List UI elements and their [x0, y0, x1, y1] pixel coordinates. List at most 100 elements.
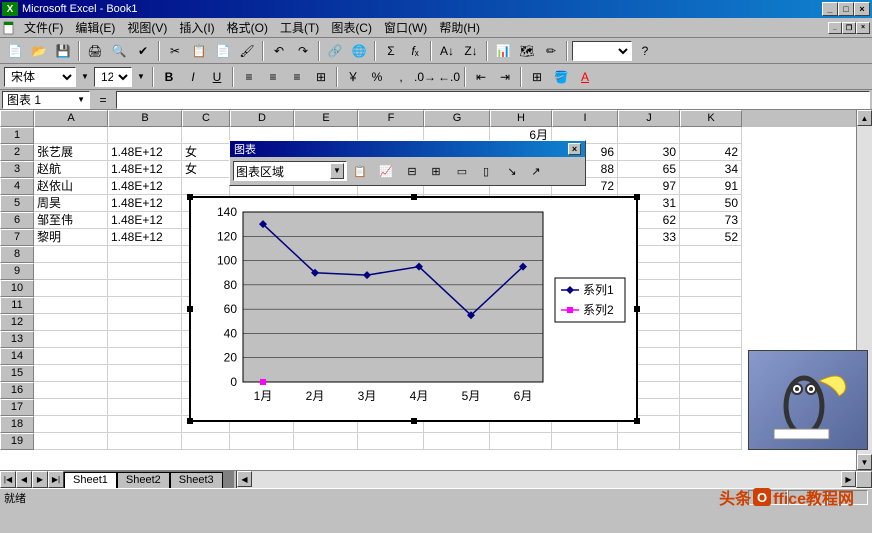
cell-A4[interactable]: 赵依山: [34, 178, 108, 195]
autosum-button[interactable]: Σ: [380, 40, 402, 61]
fill-color-button[interactable]: 🪣: [550, 66, 572, 87]
cell-G19[interactable]: [424, 433, 490, 450]
cell-B15[interactable]: [108, 365, 182, 382]
cell-K11[interactable]: [680, 297, 742, 314]
cell-K9[interactable]: [680, 263, 742, 280]
cell-K18[interactable]: [680, 416, 742, 433]
cell-K15[interactable]: [680, 365, 742, 382]
menu-窗口[interactable]: 窗口(W): [378, 19, 433, 37]
cut-button[interactable]: ✂: [164, 40, 186, 61]
select-all-corner[interactable]: [0, 110, 34, 127]
cell-B16[interactable]: [108, 382, 182, 399]
row-header-14[interactable]: 14: [0, 348, 34, 365]
mdi-minimize-button[interactable]: _: [828, 22, 842, 34]
cell-J1[interactable]: [618, 127, 680, 144]
cell-B5[interactable]: 1.48E+12: [108, 195, 182, 212]
menu-编辑[interactable]: 编辑(E): [69, 19, 121, 37]
col-header-H[interactable]: H: [490, 110, 552, 127]
col-header-G[interactable]: G: [424, 110, 490, 127]
font-size-combo[interactable]: 12: [94, 67, 132, 87]
col-header-E[interactable]: E: [294, 110, 358, 127]
cell-A2[interactable]: 张艺展: [34, 144, 108, 161]
mdi-close-button[interactable]: ×: [856, 22, 870, 34]
row-header-19[interactable]: 19: [0, 433, 34, 450]
cell-B9[interactable]: [108, 263, 182, 280]
legend-button[interactable]: ⊟: [401, 161, 423, 182]
row-header-8[interactable]: 8: [0, 246, 34, 263]
col-header-B[interactable]: B: [108, 110, 182, 127]
row-header-4[interactable]: 4: [0, 178, 34, 195]
cell-C4[interactable]: [182, 178, 230, 195]
cell-C3[interactable]: 女: [182, 161, 230, 178]
scroll-left-button[interactable]: ◀: [237, 471, 252, 487]
cell-A13[interactable]: [34, 331, 108, 348]
cell-B11[interactable]: [108, 297, 182, 314]
cell-A18[interactable]: [34, 416, 108, 433]
cell-K6[interactable]: 73: [680, 212, 742, 229]
paste-button[interactable]: 📄: [212, 40, 234, 61]
cell-K8[interactable]: [680, 246, 742, 263]
copy-button[interactable]: 📋: [188, 40, 210, 61]
cell-B17[interactable]: [108, 399, 182, 416]
help-button[interactable]: ?: [634, 40, 656, 61]
cell-K1[interactable]: [680, 127, 742, 144]
menu-工具[interactable]: 工具(T): [274, 19, 325, 37]
currency-button[interactable]: ￥: [342, 66, 364, 87]
row-header-11[interactable]: 11: [0, 297, 34, 314]
menu-插入[interactable]: 插入(I): [173, 19, 220, 37]
cell-A7[interactable]: 黎明: [34, 229, 108, 246]
chart-toolbar-close-button[interactable]: ×: [568, 143, 581, 155]
chart-type-button[interactable]: 📈: [375, 161, 397, 182]
maximize-button[interactable]: □: [838, 2, 854, 16]
menu-帮助[interactable]: 帮助(H): [433, 19, 486, 37]
cell-B7[interactable]: 1.48E+12: [108, 229, 182, 246]
row-header-2[interactable]: 2: [0, 144, 34, 161]
cell-K16[interactable]: [680, 382, 742, 399]
row-header-16[interactable]: 16: [0, 382, 34, 399]
chart-object-combo[interactable]: 图表区域 ▼: [233, 161, 347, 181]
by-row-button[interactable]: ▭: [451, 161, 473, 182]
decrease-indent-button[interactable]: ⇤: [470, 66, 492, 87]
menu-视图[interactable]: 视图(V): [121, 19, 173, 37]
cell-A12[interactable]: [34, 314, 108, 331]
format-painter-button[interactable]: 🖌: [236, 40, 258, 61]
cell-C1[interactable]: [182, 127, 230, 144]
merge-center-button[interactable]: ⊞: [310, 66, 332, 87]
col-header-I[interactable]: I: [552, 110, 618, 127]
cell-K5[interactable]: 50: [680, 195, 742, 212]
horizontal-scrollbar[interactable]: ◀ ▶: [236, 471, 856, 488]
cell-B14[interactable]: [108, 348, 182, 365]
cell-F19[interactable]: [358, 433, 424, 450]
angle-up-button[interactable]: ↗: [525, 161, 547, 182]
cell-K4[interactable]: 91: [680, 178, 742, 195]
cell-A9[interactable]: [34, 263, 108, 280]
cell-B1[interactable]: [108, 127, 182, 144]
cell-A15[interactable]: [34, 365, 108, 382]
font-color-button[interactable]: A: [574, 66, 596, 87]
cell-J2[interactable]: 30: [618, 144, 680, 161]
row-header-5[interactable]: 5: [0, 195, 34, 212]
formula-equals[interactable]: =: [92, 93, 114, 107]
menu-图表[interactable]: 图表(C): [325, 19, 378, 37]
cell-A8[interactable]: [34, 246, 108, 263]
row-header-13[interactable]: 13: [0, 331, 34, 348]
comma-button[interactable]: ,: [390, 66, 412, 87]
cell-D19[interactable]: [230, 433, 294, 450]
cell-B12[interactable]: [108, 314, 182, 331]
col-header-F[interactable]: F: [358, 110, 424, 127]
italic-button[interactable]: I: [182, 66, 204, 87]
col-header-D[interactable]: D: [230, 110, 294, 127]
row-header-10[interactable]: 10: [0, 280, 34, 297]
cell-A17[interactable]: [34, 399, 108, 416]
col-header-J[interactable]: J: [618, 110, 680, 127]
cell-B10[interactable]: [108, 280, 182, 297]
align-left-button[interactable]: ≡: [238, 66, 260, 87]
cell-B4[interactable]: 1.48E+12: [108, 178, 182, 195]
increase-decimal-button[interactable]: .0→: [414, 66, 436, 87]
cell-K12[interactable]: [680, 314, 742, 331]
sheet-tab-sheet1[interactable]: Sheet1: [64, 472, 117, 488]
underline-button[interactable]: U: [206, 66, 228, 87]
font-dropdown-icon[interactable]: ▼: [78, 66, 92, 87]
cell-A3[interactable]: 赵航: [34, 161, 108, 178]
cell-B13[interactable]: [108, 331, 182, 348]
